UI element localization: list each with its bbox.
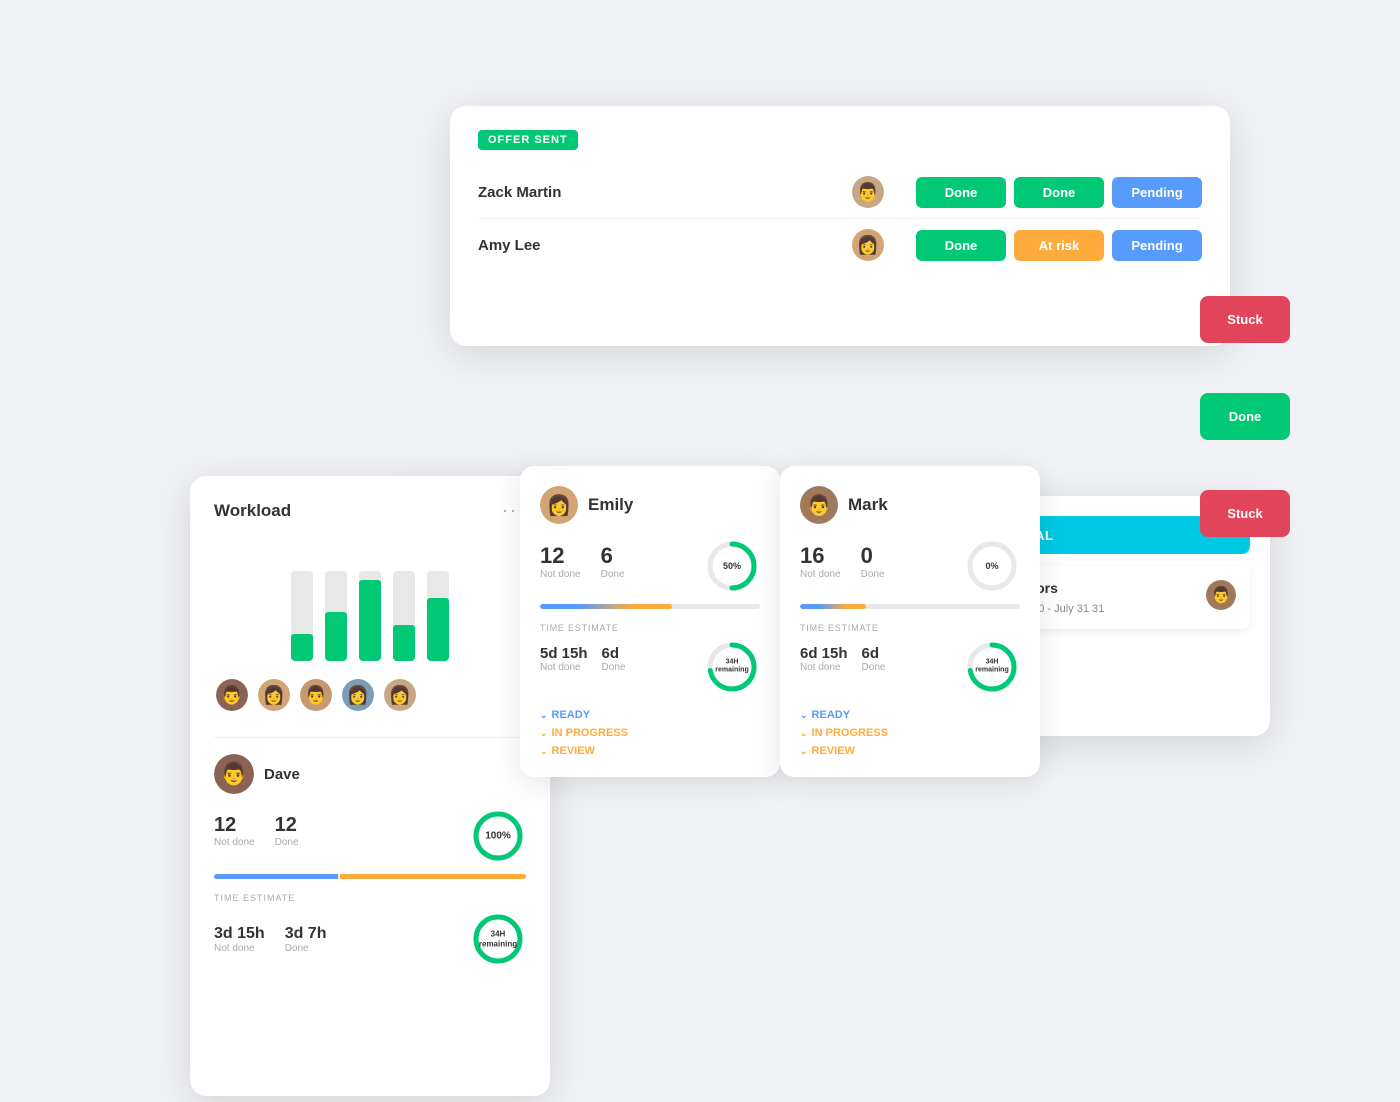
dave-time-done: 3d 7h Done (285, 925, 327, 954)
emily-stats: 12 Not done 6 Done (540, 543, 625, 580)
mark-time-label: TIME ESTIMATE (800, 623, 1020, 633)
mark-tags: ⌄READY ⌄IN PROGRESS ⌄REVIEW (800, 709, 1020, 757)
dave-time-row: 3d 15h Not done 3d 7h Done (214, 925, 326, 954)
dave-header: 👨 Dave (214, 754, 526, 794)
offer-name-zack: Zack Martin (478, 184, 852, 201)
offer-buttons-amy: Done At risk Pending (916, 230, 1202, 261)
avatar-3-chart: 👨 (298, 677, 334, 713)
emily-donut: 50% (704, 538, 760, 594)
emily-time-done: 6d Done (602, 645, 626, 673)
side-stuck-btn-1[interactable]: Stuck (1200, 296, 1290, 343)
mark-tag-review[interactable]: ⌄REVIEW (800, 745, 1020, 757)
task-avatar-sponsors: 👨 (1206, 580, 1236, 610)
status-pending-1[interactable]: Pending (1112, 177, 1202, 208)
dave-name: Dave (264, 766, 300, 783)
emily-tag-review[interactable]: ⌄REVIEW (540, 745, 760, 757)
dave-time-not-done: 3d 15h Not done (214, 925, 265, 954)
side-stuck-btn-2[interactable]: Stuck (1200, 490, 1290, 537)
emily-tags: ⌄READY ⌄IN PROGRESS ⌄REVIEW (540, 709, 760, 757)
mark-time-row: 6d 15h Not done 6d Done (800, 645, 885, 673)
dave-progress-bar (214, 874, 526, 879)
emily-avatar: 👩 (540, 486, 578, 524)
offer-buttons-zack: Done Done Pending (916, 177, 1202, 208)
dave-time-ring: 34Hremaining (470, 911, 526, 967)
dave-done: 12 Done (275, 814, 299, 848)
avatar-4-chart: 👩 (340, 677, 376, 713)
mark-tag-progress[interactable]: ⌄IN PROGRESS (800, 727, 1020, 739)
emily-card: 👩 Emily 12 Not done 6 Done (520, 466, 780, 777)
dave-progress-ring: 100% (470, 808, 526, 864)
dave-avatar: 👨 (214, 754, 254, 794)
mark-card: 👨 Mark 16 Not done 0 Done 0% (780, 466, 1040, 777)
status-done-1[interactable]: Done (916, 177, 1006, 208)
bar-5 (427, 571, 449, 661)
workload-card: Workload ··· (190, 476, 550, 1096)
emily-time-not-done: 5d 15h Not done (540, 645, 588, 673)
emily-time-ring: 34Hremaining (704, 639, 760, 695)
workload-chart (214, 541, 526, 661)
status-pending-amy[interactable]: Pending (1112, 230, 1202, 261)
mark-header: 👨 Mark (800, 486, 1020, 524)
status-done-amy[interactable]: Done (916, 230, 1006, 261)
mark-avatar: 👨 (800, 486, 838, 524)
dave-not-done: 12 Not done (214, 814, 255, 848)
mark-time-ring: 34Hremaining (964, 639, 1020, 695)
mark-donut: 0% (964, 538, 1020, 594)
emily-progress (540, 604, 760, 609)
mark-name: Mark (848, 495, 888, 515)
bar-1 (291, 571, 313, 661)
emily-tag-ready[interactable]: ⌄READY (540, 709, 760, 721)
workload-title: Workload (214, 501, 291, 521)
status-atrisk-amy[interactable]: At risk (1014, 230, 1104, 261)
avatar-emily-chart: 👩 (256, 677, 292, 713)
workload-avatars: 👨 👩 👨 👩 👩 (214, 677, 526, 713)
dave-section: 👨 Dave 12 Not done 12 Done (214, 737, 526, 967)
mark-progress (800, 604, 1020, 609)
avatar-amy: 👩 (852, 229, 884, 261)
emily-done: 6 Done (601, 543, 625, 580)
emily-tag-progress[interactable]: ⌄IN PROGRESS (540, 727, 760, 739)
mark-stats: 16 Not done 0 Done (800, 543, 885, 580)
scene: OFFER SENT Zack Martin 👨 Done Done Pendi… (150, 76, 1250, 1026)
offer-sent-card: OFFER SENT Zack Martin 👨 Done Done Pendi… (450, 106, 1230, 346)
mark-time-not-done: 6d 15h Not done (800, 645, 848, 673)
avatar-5-chart: 👩 (382, 677, 418, 713)
emily-time-row: 5d 15h Not done 6d Done (540, 645, 625, 673)
bar-2 (325, 571, 347, 661)
avatar-zack: 👨 (852, 176, 884, 208)
offer-row-amy: Amy Lee 👩 Done At risk Pending (478, 219, 1202, 271)
bar-4 (393, 571, 415, 661)
mark-not-done: 16 Not done (800, 543, 841, 580)
mark-tag-ready[interactable]: ⌄READY (800, 709, 1020, 721)
dave-time-label: TIME ESTIMATE (214, 893, 526, 903)
workload-header: Workload ··· (214, 500, 526, 521)
bar-3 (359, 571, 381, 661)
avatar-dave-chart: 👨 (214, 677, 250, 713)
emily-header: 👩 Emily (540, 486, 760, 524)
offer-sent-badge: OFFER SENT (478, 130, 578, 150)
emily-time-label: TIME ESTIMATE (540, 623, 760, 633)
offer-row-zack: Zack Martin 👨 Done Done Pending (478, 166, 1202, 219)
offer-name-amy: Amy Lee (478, 237, 852, 254)
side-done-btn[interactable]: Done (1200, 393, 1290, 440)
emily-name: Emily (588, 495, 633, 515)
mark-time-done: 6d Done (862, 645, 886, 673)
emily-not-done: 12 Not done (540, 543, 581, 580)
dave-stats: 12 Not done 12 Done (214, 814, 299, 848)
mark-done: 0 Done (861, 543, 885, 580)
status-done-2[interactable]: Done (1014, 177, 1104, 208)
